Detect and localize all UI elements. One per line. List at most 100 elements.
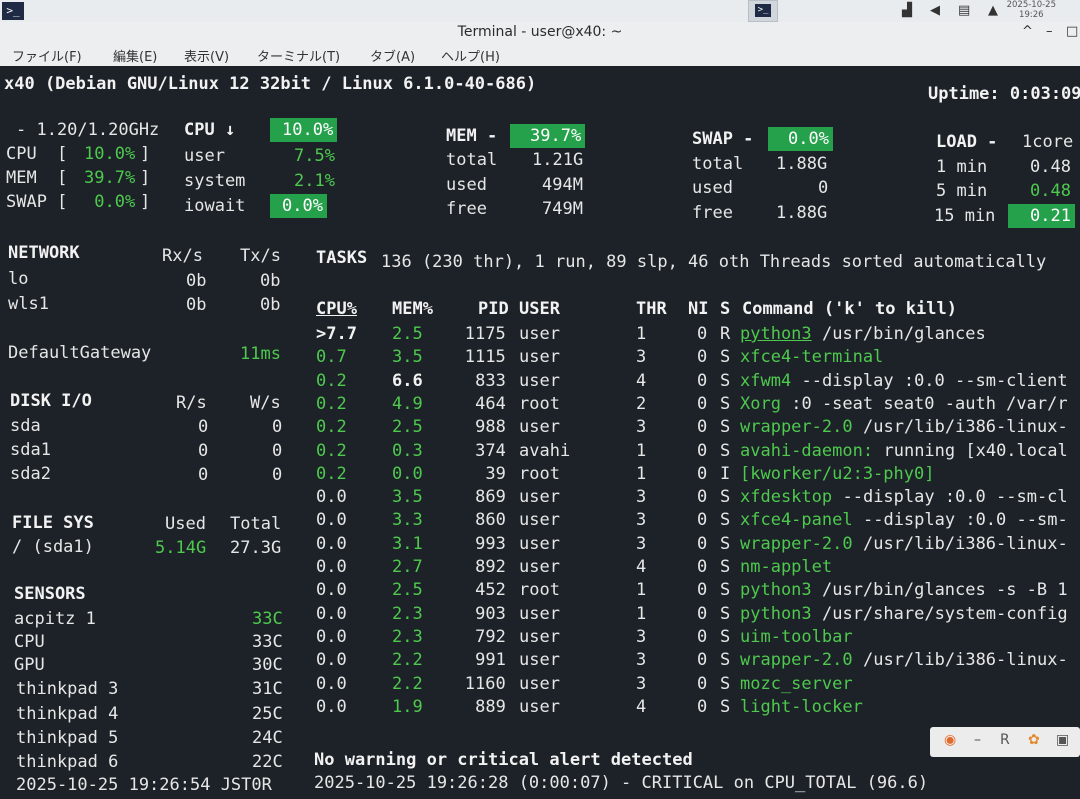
cpu-label: iowait [184, 196, 246, 216]
menu-help[interactable]: ヘルプ(H) [441, 46, 500, 65]
process-user: avahi [519, 440, 571, 461]
shade-button[interactable]: ^ [1022, 24, 1033, 39]
process-mem: 3.3 [392, 510, 423, 531]
process-header-mem[interactable]: MEM% [392, 297, 433, 321]
process-thr: 4 [636, 557, 647, 577]
process-command: Xorg [740, 393, 781, 414]
process-header-s[interactable]: S [720, 297, 730, 321]
terminal-area[interactable]: x40 (Debian GNU/Linux 12 32bit / Linux 6… [0, 66, 1080, 799]
quicklook-mem-value: 39.7% [84, 168, 136, 188]
process-ni: 0 [697, 417, 708, 438]
minimize-button[interactable]: – [1046, 24, 1053, 39]
mem-label: total [446, 150, 498, 170]
process-pid: 1160 [464, 673, 506, 694]
process-pid: 1175 [464, 324, 506, 344]
process-command: xfdesktop [740, 487, 833, 508]
swap-value: 1.88G [776, 203, 828, 223]
menu-terminal[interactable]: ターミナル(T) [257, 46, 340, 65]
gateway-value: 11ms [240, 344, 281, 364]
process-cpu: 0.0 [316, 557, 347, 577]
process-header-cpu[interactable]: CPU% [316, 297, 357, 321]
process-pid: 464 [475, 393, 506, 414]
menu-edit[interactable]: 編集(E) [113, 46, 157, 65]
cpu-total: 10.0% [270, 118, 338, 142]
bell-icon[interactable]: ▲ [988, 0, 998, 22]
settings-icon[interactable]: ✿ [1028, 732, 1040, 748]
process-thr: 3 [636, 417, 647, 438]
maximize-button[interactable]: □ [1066, 24, 1078, 39]
process-thr: 3 [636, 673, 647, 694]
app-menu-icon[interactable]: >_ [2, 2, 24, 20]
network-tx: 0b [260, 295, 281, 315]
process-pid: 869 [475, 487, 506, 508]
cpu-title: CPU ↓ [184, 120, 236, 140]
process-ni: 0 [697, 440, 708, 461]
process-mem: 3.5 [392, 487, 423, 508]
process-thr: 3 [636, 510, 647, 531]
taskbar: >_ >_ ▟ ◀ ▤ ▲ 2025-10-25 19:26 [0, 0, 1080, 22]
process-mem: 2.2 [392, 673, 423, 694]
taskbar-terminal-button[interactable]: >_ [748, 0, 778, 22]
clock[interactable]: 2025-10-25 19:26 [1007, 0, 1056, 20]
process-cpu: >7.7 [316, 324, 357, 344]
process-args: --display :0.0 --sm-client [791, 370, 1068, 391]
load-label: 5 min [936, 181, 988, 201]
clipboard-icon[interactable]: ▤ [958, 0, 970, 22]
menu-view[interactable]: 表示(V) [184, 46, 229, 65]
sensor-name: thinkpad 5 [16, 728, 119, 748]
filesys-total-header: Total [230, 514, 282, 534]
menu-file[interactable]: ファイル(F) [12, 46, 82, 65]
menu-tabs[interactable]: タブ(A) [370, 46, 415, 65]
process-cpu: 0.0 [316, 510, 347, 531]
process-header-thr[interactable]: THR [636, 297, 667, 321]
quicklook-swap-value: 0.0% [84, 192, 136, 212]
process-ni: 0 [697, 626, 708, 647]
disk-write-header: W/s [250, 393, 281, 413]
process-cpu: 0.0 [316, 626, 347, 647]
process-s: S [720, 347, 731, 368]
process-args: /usr/bin/glances [811, 324, 986, 344]
process-ni: 0 [697, 557, 708, 577]
process-s: S [720, 626, 731, 647]
process-cpu: 0.0 [316, 533, 347, 554]
process-mem: 2.5 [392, 580, 423, 601]
screen-icon[interactable]: ▣ [1056, 732, 1069, 748]
register-icon[interactable]: R [1000, 732, 1010, 748]
process-header-pid[interactable]: PID [478, 297, 509, 321]
record-icon[interactable]: ◉ [944, 732, 956, 748]
load-value: 0.21 [1008, 204, 1075, 228]
process-cpu: 0.2 [316, 417, 347, 438]
network-tx-header: Tx/s [240, 246, 281, 266]
process-mem: 2.7 [392, 557, 423, 577]
process-command: xfce4-terminal [740, 347, 884, 368]
process-header-ni[interactable]: NI [688, 297, 708, 321]
disk-write: 0 [272, 465, 283, 485]
floating-toolbar[interactable]: ◉ – R ✿ ▣ [930, 727, 1080, 757]
volume-icon[interactable]: ◀ [930, 0, 940, 22]
process-ni: 0 [697, 696, 708, 717]
network-tx: 0b [260, 271, 281, 291]
process-cpu: 0.0 [316, 673, 347, 694]
minimize-icon[interactable]: – [974, 732, 981, 748]
alert-last: 2025-10-25 19:26:28 (0:00:07) - CRITICAL… [314, 773, 929, 793]
process-thr: 2 [636, 393, 647, 414]
quicklook-swap-label: SWAP [ [6, 192, 68, 212]
process-header-cmd[interactable]: Command ('k' to kill) [742, 297, 957, 321]
menubar: ファイル(F) 編集(E) 表示(V) ターミナル(T) タブ(A) ヘルプ(H… [0, 44, 1080, 66]
process-mem: 1.9 [392, 696, 423, 717]
network-rx: 0b [186, 295, 207, 315]
process-header-user[interactable]: USER [519, 297, 560, 321]
process-user: user [519, 626, 560, 647]
signal-icon[interactable]: ▟ [902, 0, 912, 22]
process-s: S [720, 650, 731, 671]
process-cpu: 0.0 [316, 580, 347, 601]
window-titlebar[interactable]: Terminal - user@x40: ~ ^ – □ [0, 22, 1080, 44]
process-s: I [720, 463, 731, 484]
filesys-title: FILE SYS [12, 513, 94, 533]
sensor-value: 33C [252, 632, 283, 652]
process-s: S [720, 440, 731, 461]
process-cpu: 0.2 [316, 440, 347, 461]
mem-label: free [446, 199, 487, 219]
process-args: /usr/lib/i386-linux- [852, 417, 1068, 438]
process-mem: 2.3 [392, 626, 423, 647]
